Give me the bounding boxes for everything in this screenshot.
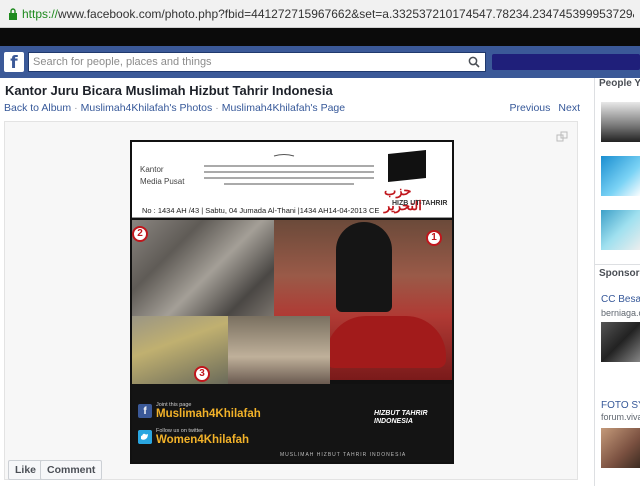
suggestion-avatar[interactable] — [601, 102, 640, 142]
facebook-logo-icon[interactable]: f — [4, 52, 24, 73]
header-office-label: Kantor Media Pusat — [140, 164, 184, 188]
ad-title-link[interactable]: FOTO SY — [601, 400, 640, 411]
facebook-top-bar: f — [0, 46, 640, 78]
number-badge: 1 — [426, 230, 442, 246]
search-icon[interactable] — [468, 56, 480, 68]
breadcrumb-separator: · — [74, 102, 78, 114]
photo-footer-strip: MUSLIMAH HIZBUT TAHRIR INDONESIA — [280, 452, 407, 458]
people-heading: People Y — [599, 78, 640, 89]
number-badge: 2 — [132, 226, 148, 242]
collage-woman-figure — [336, 222, 392, 312]
header-hizb-text: HIZB UT-TAHRIR — [392, 200, 448, 207]
comment-button[interactable]: Comment — [40, 460, 103, 480]
main-photo[interactable]: Kantor Media Pusat حزب التحرير HIZB UT-T… — [130, 140, 454, 464]
collage-photo-woman-portrait — [228, 316, 330, 384]
badge-line1: HIZBUT TAHRIR — [374, 410, 428, 417]
url-text[interactable]: https://www.facebook.com/photo.php?fbid=… — [22, 7, 634, 21]
like-button[interactable]: Like — [8, 460, 44, 480]
facebook-mini-icon: f — [138, 404, 152, 418]
breadcrumb-separator: · — [215, 102, 219, 114]
lock-icon — [9, 8, 17, 20]
browser-toolbar-strip — [0, 28, 640, 46]
ad-image[interactable] — [601, 322, 640, 362]
hizbut-tahrir-badge: HIZBUT TAHRIR INDONESIA — [374, 410, 428, 426]
press-release-header: Kantor Media Pusat حزب التحرير HIZB UT-T… — [132, 142, 452, 218]
photo-pager: Previous Next — [502, 102, 580, 114]
sidebar-divider — [595, 264, 640, 265]
promo-tw-big: Women4Khilafah — [156, 434, 250, 446]
sponsored-heading: Sponsore — [599, 268, 640, 279]
badge-line2: INDONESIA — [374, 418, 413, 425]
collage-photo-rubble — [132, 220, 274, 316]
ad-source: berniaga.c — [601, 308, 640, 318]
page-title: Kantor Juru Bicara Muslimah Hizbut Tahri… — [5, 83, 333, 98]
page-link[interactable]: Muslimah4Khilafah's Page — [222, 102, 345, 114]
breadcrumb: Back to Album · Muslimah4Khilafah's Photos… — [4, 102, 345, 114]
url-rest: www.facebook.com/photo.php?fbid=44127271… — [58, 7, 634, 21]
arabic-calligraphy — [204, 154, 374, 185]
header-arabic-logo: حزب التحرير — [384, 184, 422, 214]
header-kantor: Kantor — [140, 165, 164, 174]
suggestion-avatar[interactable] — [601, 210, 640, 250]
photos-link[interactable]: Muslimah4Khilafah's Photos — [81, 102, 213, 114]
url-scheme: https:// — [22, 7, 59, 21]
suggestion-avatar[interactable] — [601, 156, 640, 196]
header-media: Media Pusat — [140, 177, 185, 186]
promo-fb-big: Muslimah4Khilafah — [156, 408, 261, 420]
number-badge: 3 — [194, 366, 210, 382]
ad-title-link[interactable]: CC Besar — [601, 294, 640, 305]
browser-address-bar[interactable]: https://www.facebook.com/photo.php?fbid=… — [0, 0, 640, 28]
right-sidebar: People Y Sponsore CC Besar berniaga.c FO… — [594, 78, 640, 486]
header-number-line: No : 1434 AH /43 | Sabtu, 04 Jumada Al-T… — [142, 206, 380, 215]
twitter-mini-icon — [138, 430, 152, 444]
previous-link[interactable]: Previous — [510, 102, 551, 114]
ad-source: forum.viva — [601, 412, 640, 422]
ad-image[interactable] — [601, 428, 640, 468]
search-input[interactable] — [29, 53, 459, 71]
user-nav-area[interactable] — [492, 54, 640, 70]
flag-icon — [388, 150, 426, 182]
back-to-album-link[interactable]: Back to Album — [4, 102, 71, 114]
collage-photo-children — [132, 316, 228, 384]
search-box[interactable] — [28, 52, 486, 72]
fullscreen-icon[interactable] — [556, 131, 568, 143]
collage-red-area — [326, 316, 446, 368]
next-link[interactable]: Next — [558, 102, 580, 114]
